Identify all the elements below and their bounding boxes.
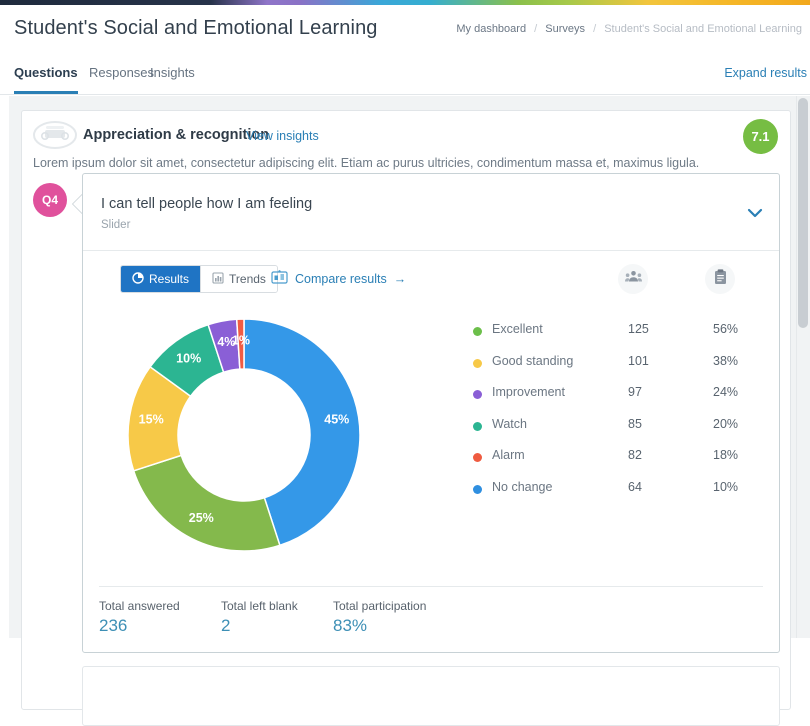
arrow-right-icon: → — [393, 272, 407, 286]
donut-chart-svg: 45%25%15%10%4%1% — [127, 318, 361, 552]
legend-label: Watch — [492, 416, 527, 431]
question-type-label: Slider — [101, 219, 131, 231]
legend-count: 82 — [628, 448, 642, 462]
tab-insights[interactable]: Insights — [150, 65, 195, 91]
legend-label: Excellent — [492, 322, 543, 336]
megaphone-icon — [33, 121, 77, 149]
legend-label: Good standing — [492, 353, 574, 368]
page-header: Student's Social and Emotional Learning … — [0, 5, 810, 57]
tab-trends-label: Trends — [229, 272, 266, 286]
donut-slice[interactable] — [132, 454, 281, 552]
stat-label: Total participation — [333, 599, 427, 613]
legend-row[interactable]: Improvement 97 24% — [473, 385, 753, 417]
legend-color-dot — [473, 358, 482, 368]
question-pointer — [73, 195, 82, 213]
legend-color-dot — [473, 484, 482, 494]
stat-value: 83% — [333, 616, 368, 635]
left-gutter — [0, 96, 9, 638]
legend-color-dot — [473, 327, 482, 336]
view-insights-link[interactable]: View insights — [246, 129, 319, 143]
donut-slice-label: 45% — [324, 413, 349, 427]
legend-percent: 38% — [713, 353, 739, 368]
legend-count: 85 — [628, 416, 642, 431]
chevron-down-icon[interactable] — [745, 206, 765, 220]
question-number-badge: Q4 — [33, 183, 67, 217]
legend-label: Alarm — [492, 448, 525, 462]
question-group-title: Appreciation & recognition — [83, 127, 270, 143]
legend-percent: 20% — [713, 416, 739, 431]
legend-percent: 56% — [713, 322, 739, 336]
stat-total-participation: Total participation 83% — [333, 599, 426, 636]
legend-percent: 10% — [713, 479, 739, 494]
question-card: I can tell people how I am feeling Slide… — [82, 173, 780, 653]
pie-chart-icon — [132, 271, 144, 287]
legend-percent: 18% — [713, 448, 739, 462]
stat-value: 236 — [99, 616, 128, 635]
compare-results-label: Compare results — [295, 272, 387, 286]
view-mode-segmented-control: Results Trends — [120, 265, 278, 293]
tab-trends[interactable]: Trends — [200, 266, 277, 292]
breadcrumb-item-surveys[interactable]: Surveys — [545, 23, 585, 35]
people-icon-button[interactable] — [618, 264, 648, 294]
legend-count: 97 — [628, 385, 642, 399]
people-icon — [624, 270, 642, 289]
legend-row[interactable]: Excellent 125 56% — [473, 322, 753, 354]
legend-label: Improvement — [492, 385, 565, 399]
legend-row[interactable]: No change 64 10% — [473, 480, 753, 512]
legend-count: 101 — [628, 353, 649, 368]
breadcrumb-item-dashboard[interactable]: My dashboard — [456, 23, 526, 35]
legend-row[interactable]: Alarm 82 18% — [473, 448, 753, 480]
bar-chart-icon — [212, 271, 224, 287]
legend-row[interactable]: Watch 85 20% — [473, 417, 753, 449]
vertical-scrollbar[interactable] — [796, 96, 810, 638]
donut-slice-label: 1% — [232, 333, 250, 347]
question-group-card: Appreciation & recognition View insights… — [21, 110, 791, 726]
stat-total-left-blank: Total left blank 2 — [221, 599, 298, 636]
donut-slice-label: 25% — [189, 511, 214, 525]
expand-results-link[interactable]: Expand results — [724, 66, 807, 80]
page-body: Appreciation & recognition View insights… — [0, 96, 810, 726]
page-title: Student's Social and Emotional Learning — [14, 17, 378, 39]
scrollbar-thumb[interactable] — [798, 98, 808, 328]
chart-legend: Excellent 125 56% Good standing 101 38% Improv… — [473, 322, 753, 511]
donut-slice-label: 10% — [176, 351, 201, 365]
tab-responses[interactable]: Responses — [89, 65, 154, 91]
breadcrumb-separator: / — [593, 23, 597, 35]
legend-label: No change — [492, 479, 553, 494]
tab-results[interactable]: Results — [121, 266, 201, 292]
donut-chart: 45% 25% 15% 10% 4% 1% — [111, 304, 441, 566]
legend-color-dot — [473, 390, 482, 399]
group-score-badge: 7.1 — [743, 119, 778, 154]
brand-gradient-bar — [0, 0, 810, 5]
legend-color-dot — [473, 453, 482, 462]
clipboard-icon — [714, 268, 727, 290]
stats-divider — [99, 586, 763, 587]
compare-icon — [271, 270, 288, 288]
tab-results-label: Results — [149, 272, 190, 286]
question-title: I can tell people how I am feeling — [101, 196, 313, 212]
stat-label: Total answered — [99, 599, 180, 613]
breadcrumb-separator: / — [534, 23, 538, 35]
stat-value: 2 — [221, 616, 231, 635]
breadcrumb: My dashboard / Surveys / Student's Socia… — [456, 23, 802, 35]
breadcrumb-item-current: Student's Social and Emotional Learning — [604, 23, 802, 35]
clipboard-icon-button[interactable] — [705, 264, 735, 294]
legend-percent: 24% — [713, 385, 739, 399]
next-question-card[interactable] — [82, 666, 780, 726]
question-group-description: Lorem ipsum dolor sit amet, consectetur … — [33, 156, 700, 170]
legend-row[interactable]: Good standing 101 38% — [473, 354, 753, 386]
legend-color-dot — [473, 421, 482, 431]
results-toolbar: Results Trends Compare results → — [83, 250, 779, 306]
stat-total-answered: Total answered 236 — [99, 599, 180, 636]
compare-results-link[interactable]: Compare results → — [271, 270, 406, 288]
legend-count: 64 — [628, 479, 642, 494]
stat-label: Total left blank — [221, 599, 298, 613]
primary-tab-bar: Questions Responses Insights Expand resu… — [0, 57, 810, 95]
tab-questions[interactable]: Questions — [14, 65, 78, 94]
legend-count: 125 — [628, 322, 649, 336]
donut-slice-label: 15% — [139, 413, 164, 427]
